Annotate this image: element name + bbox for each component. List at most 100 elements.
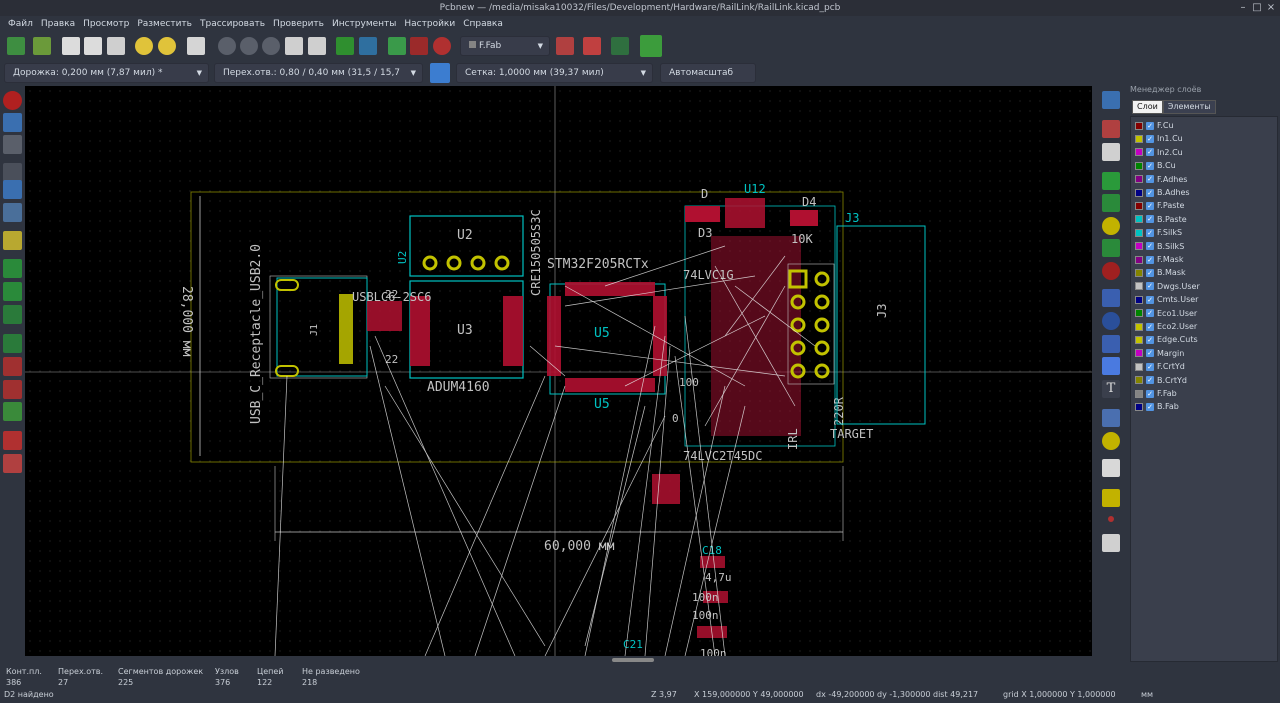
layer-visibility-checkbox[interactable]: ✓ [1146,376,1154,385]
layer-color-swatch[interactable] [1135,161,1143,170]
layer-color-swatch[interactable] [1135,282,1143,291]
layer-row-b-fab[interactable]: ✓ B.Fab [1135,400,1179,413]
add-dimension-icon[interactable] [1102,409,1120,427]
layer-visibility-checkbox[interactable]: ✓ [1146,201,1154,210]
menu-tools[interactable]: Инструменты [328,16,400,32]
layer-color-swatch[interactable] [1135,376,1143,385]
grid-icon[interactable] [3,113,22,132]
scripting-icon[interactable] [611,37,629,55]
layer-color-swatch[interactable] [1135,335,1143,344]
erc-icon[interactable] [410,37,428,55]
zone-disable-icon[interactable] [3,357,22,376]
layer-color-swatch[interactable] [1135,242,1143,251]
menu-help[interactable]: Справка [459,16,507,32]
module-ratsnest-icon[interactable] [3,259,22,278]
layer-row-eco2-user[interactable]: ✓ Eco2.User [1135,320,1197,333]
layer-row-f-fab[interactable]: ✓ F.Fab [1135,387,1177,400]
layer-color-swatch[interactable] [1135,228,1143,237]
layer-row-f-silks[interactable]: ✓ F.SilkS [1135,226,1182,239]
layer-row-dwgs-user[interactable]: ✓ Dwgs.User [1135,280,1200,293]
footprint-library-icon[interactable] [359,37,377,55]
layer-visibility-checkbox[interactable]: ✓ [1146,134,1154,143]
layer-visibility-checkbox[interactable]: ✓ [1146,228,1154,237]
layer-row-f-adhes[interactable]: ✓ F.Adhes [1135,173,1187,186]
layer-visibility-checkbox[interactable]: ✓ [1146,389,1154,398]
save-icon[interactable] [62,37,80,55]
layer-visibility-checkbox[interactable]: ✓ [1146,295,1154,304]
track-width-select[interactable]: Дорожка: 0,200 мм (7,87 мил) * ▼ [4,63,209,83]
layer-visibility-checkbox[interactable]: ✓ [1146,242,1154,251]
layer-visibility-checkbox[interactable]: ✓ [1146,309,1154,318]
pad-sketch-icon[interactable] [3,380,22,399]
layer-row-f-cu[interactable]: ✓ F.Cu [1135,119,1174,132]
zoom-fit-icon[interactable] [285,37,303,55]
route-icon[interactable] [583,37,601,55]
layer-row-b-cu[interactable]: ✓ B.Cu [1135,159,1176,172]
layer-row-b-adhes[interactable]: ✓ B.Adhes [1135,186,1190,199]
fabrication-icon[interactable] [388,37,406,55]
via-size-select[interactable]: Перех.отв.: 0,80 / 0,40 мм (31,5 / 15,7 … [214,63,423,96]
layer-visibility-checkbox[interactable]: ✓ [1146,362,1154,371]
layer-color-swatch[interactable] [1135,121,1143,130]
add-polygon-icon[interactable] [1102,357,1120,375]
layer-row-b-silks[interactable]: ✓ B.SilkS [1135,240,1184,253]
add-footprint-icon[interactable] [1102,172,1120,190]
refresh-icon[interactable] [218,37,236,55]
layer-visibility-checkbox[interactable]: ✓ [1146,268,1154,277]
library-icon[interactable] [33,37,51,55]
zone-outline-icon[interactable] [3,334,22,353]
layer-color-swatch[interactable] [1135,255,1143,264]
layer-visibility-checkbox[interactable]: ✓ [1146,148,1154,157]
layer-dropdown[interactable]: F.Fab ▼ [460,36,550,56]
add-keepout-icon[interactable] [1102,262,1120,280]
layer-color-swatch[interactable] [1135,175,1143,184]
layer-row-f-mask[interactable]: ✓ F.Mask [1135,253,1183,266]
layer-color-swatch[interactable] [1135,389,1143,398]
layer-row-f-crtyd[interactable]: ✓ F.CrtYd [1135,360,1185,373]
layer-visibility-checkbox[interactable]: ✓ [1146,282,1154,291]
polar-icon[interactable] [3,135,22,154]
add-arc-icon[interactable] [1102,335,1120,353]
add-target-icon[interactable] [1102,432,1120,450]
layer-visibility-checkbox[interactable]: ✓ [1146,161,1154,170]
layer-color-swatch[interactable] [1135,268,1143,277]
add-line-icon[interactable] [1102,289,1120,307]
layer-color-swatch[interactable] [1135,188,1143,197]
menu-place[interactable]: Разместить [133,16,196,32]
grid-origin-icon[interactable] [1108,516,1114,522]
layer-row-cmts-user[interactable]: ✓ Cmts.User [1135,293,1198,306]
layer-color-swatch[interactable] [1135,322,1143,331]
highlight-net-icon[interactable] [1102,120,1120,138]
layer-row-b-mask[interactable]: ✓ B.Mask [1135,266,1186,279]
layer-visibility-checkbox[interactable]: ✓ [1146,402,1154,411]
set-origin-icon[interactable] [1102,489,1120,507]
layer-color-swatch[interactable] [1135,201,1143,210]
measure-icon[interactable] [1102,534,1120,552]
layer-row-edge-cuts[interactable]: ✓ Edge.Cuts [1135,333,1198,346]
tab-items[interactable]: Элементы [1162,100,1216,114]
menu-view[interactable]: Просмотр [79,16,133,32]
horizontal-scrollbar[interactable] [612,658,654,662]
drc-icon[interactable] [556,37,574,55]
drc-off-icon[interactable] [3,91,22,110]
grid-select[interactable]: Сетка: 1,0000 мм (39,37 мил) ▼ [456,63,653,83]
layer-color-swatch[interactable] [1135,215,1143,224]
units-mm-icon[interactable] [3,180,22,199]
minimize-icon[interactable]: – [1237,2,1249,14]
layer-row-f-paste[interactable]: ✓ F.Paste [1135,199,1184,212]
zoom-in-icon[interactable] [240,37,258,55]
print-icon[interactable] [107,37,125,55]
layer-visibility-checkbox[interactable]: ✓ [1146,175,1154,184]
menu-file[interactable]: Файл [4,16,37,32]
layer-row-margin[interactable]: ✓ Margin [1135,347,1184,360]
page-settings-icon[interactable] [84,37,102,55]
layer-visibility-checkbox[interactable]: ✓ [1146,188,1154,197]
zone-fill-icon[interactable] [3,305,22,324]
cursor-shape-icon[interactable] [3,203,22,222]
close-icon[interactable]: × [1265,2,1277,14]
layer-color-swatch[interactable] [1135,402,1143,411]
high-contrast-icon[interactable] [3,454,22,473]
layer-visibility-checkbox[interactable]: ✓ [1146,349,1154,358]
menu-inspect[interactable]: Проверить [269,16,328,32]
netlist-icon[interactable] [336,37,354,55]
